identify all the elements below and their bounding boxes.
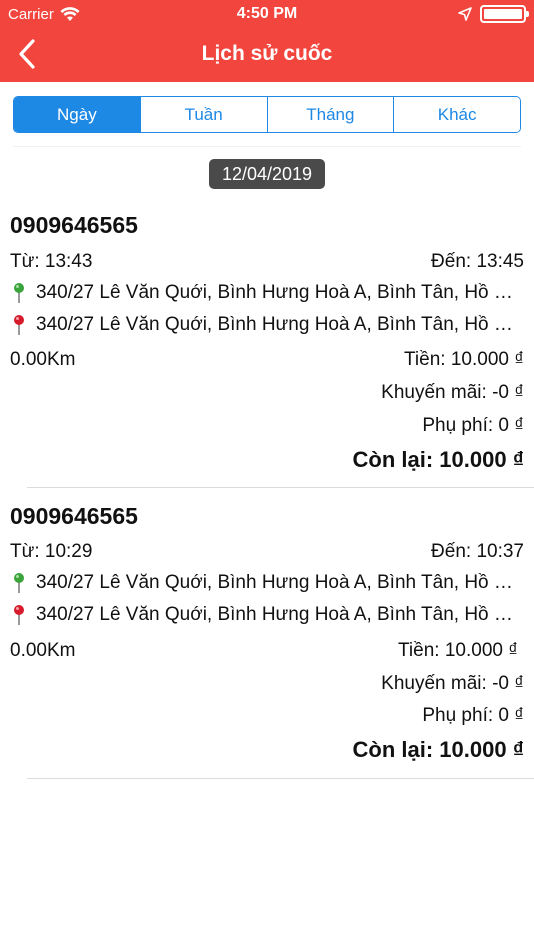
trip-start-time: Từ: 13:43 (10, 251, 93, 272)
trip-end-time: Đến: 13:45 (431, 251, 524, 272)
battery-icon (480, 5, 529, 23)
trip-remaining: Còn lại: 10.000 ₫ (352, 737, 524, 762)
status-time: 4:50 PM (236, 5, 298, 22)
trip-surcharge: Phụ phí: 0 ₫ (422, 415, 524, 436)
tab-month[interactable]: Tháng (266, 97, 394, 132)
trip-pickup-address: 340/27 Lê Văn Quới, Bình Hưng Hoà A, Bìn… (36, 282, 522, 303)
trip-promo: Khuyến mãi: -0 ₫ (381, 673, 524, 694)
trip-remaining: Còn lại: 10.000 ₫ (352, 447, 524, 472)
dropoff-pin-icon (14, 315, 24, 335)
segment-divider (13, 146, 521, 147)
trip-divider (27, 778, 534, 779)
tab-week[interactable]: Tuần (139, 97, 267, 132)
trip-fare: Tiền: 10.000 ₫ (398, 640, 518, 661)
tab-other[interactable]: Khác (393, 97, 520, 132)
trip-dropoff-row: 340/27 Lê Văn Quới, Bình Hưng Hoà A, Bìn… (10, 604, 522, 626)
dropoff-pin-icon (14, 605, 24, 625)
status-right (458, 5, 529, 23)
trip-dropoff-address: 340/27 Lê Văn Quới, Bình Hưng Hoà A, Bìn… (36, 314, 522, 335)
trip-end-time: Đến: 10:37 (431, 541, 524, 562)
trip-phone: 0909646565 (10, 503, 138, 529)
app-header: Carrier 4:50 PM Lịch sử cuốc (0, 0, 534, 82)
location-arrow-icon (458, 7, 472, 21)
trip-dropoff-row: 340/27 Lê Văn Quới, Bình Hưng Hoà A, Bìn… (10, 314, 522, 336)
pickup-pin-icon (14, 573, 24, 593)
trip-start-time: Từ: 10:29 (10, 541, 93, 562)
trip-distance: 0.00Km (10, 640, 76, 661)
page-title: Lịch sử cuốc (201, 42, 333, 65)
trip-pickup-row: 340/27 Lê Văn Quới, Bình Hưng Hoà A, Bìn… (10, 282, 522, 304)
period-segmented-control: Ngày Tuần Tháng Khác (13, 96, 521, 133)
pickup-pin-icon (14, 283, 24, 303)
tab-day[interactable]: Ngày (14, 97, 140, 132)
trip-dropoff-address: 340/27 Lê Văn Quới, Bình Hưng Hoà A, Bìn… (36, 604, 522, 625)
battery-level (484, 9, 522, 19)
trip-distance: 0.00Km (10, 349, 76, 370)
status-bar: Carrier 4:50 PM (0, 0, 534, 28)
trip-surcharge: Phụ phí: 0 ₫ (422, 705, 524, 726)
trip-pickup-address: 340/27 Lê Văn Quới, Bình Hưng Hoà A, Bìn… (36, 572, 522, 593)
trip-pickup-row: 340/27 Lê Văn Quới, Bình Hưng Hoà A, Bìn… (10, 572, 522, 594)
trip-phone: 0909646565 (10, 212, 138, 238)
trip-promo: Khuyến mãi: -0 ₫ (381, 382, 524, 403)
date-chip: 12/04/2019 (209, 159, 325, 189)
trip-divider (27, 487, 534, 488)
trip-fare: Tiền: 10.000 ₫ (404, 349, 524, 370)
